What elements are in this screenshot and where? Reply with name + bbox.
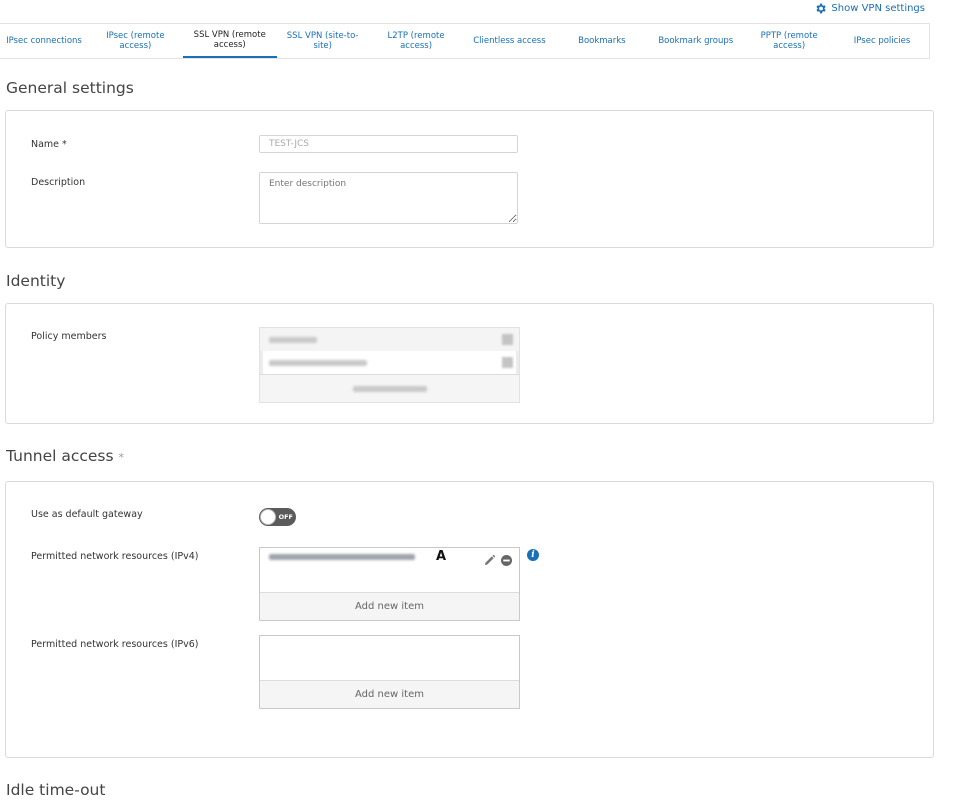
ipv4-resources-list[interactable]: A Add new item bbox=[259, 547, 520, 621]
redacted-add-label bbox=[352, 385, 427, 392]
remove-circle-icon[interactable] bbox=[501, 555, 512, 566]
description-field[interactable] bbox=[259, 172, 518, 224]
pencil-icon[interactable] bbox=[484, 555, 495, 566]
add-policy-member-button[interactable] bbox=[260, 374, 519, 402]
ipv6-resources-list[interactable]: Add new item bbox=[259, 635, 520, 709]
policy-members-label: Policy members bbox=[31, 331, 107, 342]
redacted-network-resource bbox=[269, 554, 415, 560]
tunnel-access-label: Tunnel access bbox=[6, 447, 114, 465]
description-label: Description bbox=[31, 177, 86, 188]
remove-icon[interactable] bbox=[502, 357, 513, 368]
tab-bookmarks[interactable]: Bookmarks bbox=[555, 24, 648, 58]
tunnel-access-title: Tunnel access * bbox=[6, 447, 124, 465]
tab-clientless-access[interactable]: Clientless access bbox=[464, 24, 556, 58]
name-field[interactable] bbox=[259, 135, 518, 153]
default-gateway-label: Use as default gateway bbox=[31, 509, 143, 520]
ipv6-resources-label: Permitted network resources (IPv6) bbox=[31, 639, 199, 650]
tab-l2tp-remote-access[interactable]: L2TP (remote access) bbox=[369, 24, 464, 58]
info-icon[interactable]: i bbox=[527, 549, 539, 561]
tab-ipsec-remote-access[interactable]: IPsec (remote access) bbox=[88, 24, 183, 58]
add-ipv6-item-button[interactable]: Add new item bbox=[260, 680, 519, 708]
default-gateway-toggle[interactable]: OFF bbox=[259, 508, 296, 526]
show-vpn-settings-link[interactable]: Show VPN settings bbox=[814, 2, 925, 15]
identity-title: Identity bbox=[6, 272, 66, 290]
vpn-tab-bar: IPsec connections IPsec (remote access) … bbox=[0, 23, 930, 59]
text-cursor-glyph: A bbox=[436, 549, 447, 564]
list-item[interactable] bbox=[260, 328, 519, 351]
remove-icon[interactable] bbox=[502, 334, 513, 345]
show-vpn-settings-label: Show VPN settings bbox=[831, 3, 925, 14]
policy-members-list[interactable] bbox=[259, 327, 520, 403]
empty-list-area bbox=[260, 636, 519, 680]
add-ipv4-item-button[interactable]: Add new item bbox=[260, 592, 519, 620]
general-settings-title: General settings bbox=[6, 79, 134, 97]
gear-icon bbox=[816, 3, 827, 14]
list-item[interactable]: A bbox=[260, 548, 519, 592]
tab-ipsec-policies[interactable]: IPsec policies bbox=[835, 24, 929, 58]
tab-ssl-vpn-site-to-site[interactable]: SSL VPN (site-to-site) bbox=[277, 24, 369, 58]
tab-bookmark-groups[interactable]: Bookmark groups bbox=[648, 24, 743, 58]
tab-ipsec-connections[interactable]: IPsec connections bbox=[0, 24, 88, 58]
list-item[interactable] bbox=[260, 351, 519, 374]
redacted-member-name bbox=[269, 336, 317, 343]
required-mark: * bbox=[118, 451, 125, 464]
toggle-state-label: OFF bbox=[278, 513, 293, 521]
redacted-member-name bbox=[269, 359, 367, 366]
toggle-knob bbox=[260, 509, 276, 525]
ipv4-resources-label: Permitted network resources (IPv4) bbox=[31, 551, 199, 562]
name-label: Name * bbox=[31, 139, 67, 150]
tab-pptp-remote-access[interactable]: PPTP (remote access) bbox=[743, 24, 835, 58]
tab-ssl-vpn-remote-access[interactable]: SSL VPN (remote access) bbox=[182, 24, 277, 58]
idle-timeout-title: Idle time-out bbox=[6, 781, 106, 799]
